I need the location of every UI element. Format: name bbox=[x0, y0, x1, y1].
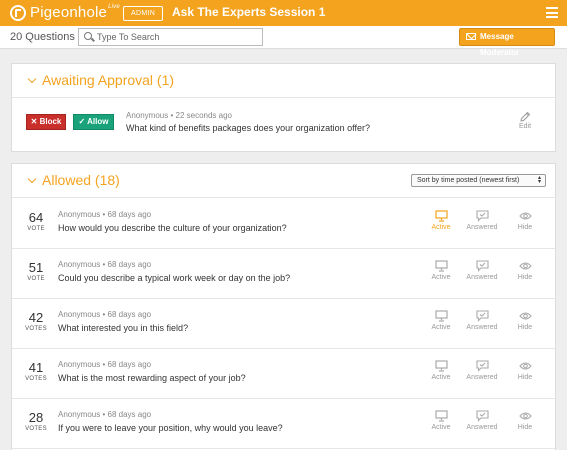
vote-label: VOTES bbox=[25, 426, 47, 432]
question-row: 42 VOTES Anonymous • 68 days ago What inter… bbox=[12, 299, 555, 349]
question-text: How would you describe the culture of yo… bbox=[58, 223, 287, 233]
presentation-screen-icon bbox=[424, 310, 458, 322]
presentation-screen-icon bbox=[424, 360, 458, 372]
vote-label: VOTES bbox=[25, 376, 47, 382]
select-arrows-icon: ▴ ▾ bbox=[537, 175, 541, 185]
question-count: 20 Questions bbox=[10, 31, 75, 43]
allowed-title: Allowed (18) bbox=[42, 172, 120, 188]
answered-button[interactable]: Answered bbox=[465, 260, 499, 281]
question-meta: Anonymous • 68 days ago bbox=[58, 310, 152, 319]
eye-icon bbox=[508, 260, 542, 272]
answered-button[interactable]: Answered bbox=[465, 310, 499, 331]
active-button[interactable]: Active bbox=[424, 260, 458, 281]
hide-button[interactable]: Hide bbox=[508, 210, 542, 231]
top-header: PigeonholeLive ADMIN Ask The Experts Ses… bbox=[0, 0, 567, 26]
eye-icon bbox=[508, 410, 542, 422]
allowed-header[interactable]: Allowed (18) Sort by time posted (newest… bbox=[12, 164, 555, 198]
vote-count: 42 bbox=[28, 310, 44, 325]
active-button[interactable]: Active bbox=[424, 210, 458, 231]
answered-bubble-icon bbox=[465, 210, 499, 222]
presentation-screen-icon bbox=[424, 210, 458, 222]
eye-icon bbox=[508, 210, 542, 222]
block-button[interactable]: ✕ Block bbox=[26, 114, 66, 130]
eye-icon bbox=[508, 360, 542, 372]
vote-label: VOTE bbox=[27, 276, 45, 282]
question-row: 51 VOTE Anonymous • 68 days ago Could you d… bbox=[12, 249, 555, 299]
vote-count: 64 bbox=[28, 210, 44, 225]
answered-bubble-icon bbox=[465, 410, 499, 422]
brand-name[interactable]: PigeonholeLive bbox=[30, 4, 120, 21]
eye-icon bbox=[508, 310, 542, 322]
search-icon bbox=[84, 32, 92, 40]
chevron-down-icon[interactable] bbox=[27, 74, 37, 84]
awaiting-approval-panel: Awaiting Approval (1) ✕ Block ✓ Allow An… bbox=[11, 63, 556, 152]
answered-bubble-icon bbox=[465, 360, 499, 372]
presentation-screen-icon bbox=[424, 410, 458, 422]
session-title: Ask The Experts Session 1 bbox=[172, 5, 326, 19]
question-text: What is the most rewarding aspect of you… bbox=[58, 373, 246, 383]
toolbar: 20 Questions Message Moderator bbox=[0, 26, 567, 57]
answered-bubble-icon bbox=[465, 310, 499, 322]
brand-live-tag: Live bbox=[108, 4, 120, 10]
active-button[interactable]: Active bbox=[424, 360, 458, 381]
active-button[interactable]: Active bbox=[424, 310, 458, 331]
question-row: 41 VOTES Anonymous • 68 days ago What is th… bbox=[12, 349, 555, 399]
question-row: 64 VOTE Anonymous • 68 days ago How would y… bbox=[12, 199, 555, 249]
question-meta: Anonymous • 68 days ago bbox=[58, 410, 152, 419]
message-moderator-button[interactable]: Message Moderator bbox=[459, 28, 555, 57]
answered-bubble-icon bbox=[465, 260, 499, 272]
message-moderator-label: Message Moderator bbox=[480, 32, 520, 57]
vote-label: VOTES bbox=[25, 326, 47, 332]
question-text: If you were to leave your position, why … bbox=[58, 423, 283, 433]
admin-badge[interactable]: ADMIN bbox=[123, 6, 164, 21]
presentation-screen-icon bbox=[424, 260, 458, 272]
active-button[interactable]: Active bbox=[424, 410, 458, 431]
pending-question-meta: Anonymous • 22 seconds ago bbox=[126, 111, 232, 120]
pencil-icon bbox=[520, 111, 531, 122]
search-input[interactable] bbox=[97, 31, 257, 43]
hide-button[interactable]: Hide bbox=[508, 260, 542, 281]
hide-button[interactable]: Hide bbox=[508, 310, 542, 331]
question-meta: Anonymous • 68 days ago bbox=[58, 210, 152, 219]
hide-button[interactable]: Hide bbox=[508, 410, 542, 431]
pigeonhole-logo-icon[interactable] bbox=[10, 5, 26, 21]
chevron-down-icon[interactable] bbox=[27, 174, 37, 184]
answered-button[interactable]: Answered bbox=[465, 410, 499, 431]
question-text: What interested you in this field? bbox=[58, 323, 189, 333]
question-meta: Anonymous • 68 days ago bbox=[58, 260, 152, 269]
hamburger-menu-icon[interactable] bbox=[546, 7, 558, 18]
edit-label: Edit bbox=[518, 123, 532, 130]
edit-button[interactable]: Edit bbox=[512, 111, 538, 130]
sort-dropdown[interactable]: Sort by time posted (newest first) ▴ ▾ bbox=[411, 174, 546, 187]
awaiting-approval-header[interactable]: Awaiting Approval (1) bbox=[12, 64, 555, 98]
answered-button[interactable]: Answered bbox=[465, 360, 499, 381]
allowed-panel: Allowed (18) Sort by time posted (newest… bbox=[11, 163, 556, 450]
question-row: 28 VOTES Anonymous • 68 days ago If you wer… bbox=[12, 399, 555, 449]
question-meta: Anonymous • 68 days ago bbox=[58, 360, 152, 369]
envelope-icon bbox=[466, 33, 476, 40]
awaiting-approval-title: Awaiting Approval (1) bbox=[42, 72, 175, 88]
vote-label: VOTE bbox=[27, 226, 45, 232]
hide-button[interactable]: Hide bbox=[508, 360, 542, 381]
answered-button[interactable]: Answered bbox=[465, 210, 499, 231]
allow-button[interactable]: ✓ Allow bbox=[73, 114, 114, 130]
vote-count: 51 bbox=[28, 260, 44, 275]
pending-question-text: What kind of benefits packages does your… bbox=[126, 123, 370, 133]
search-box[interactable] bbox=[78, 28, 263, 46]
question-text: Could you describe a typical work week o… bbox=[58, 273, 291, 283]
vote-count: 41 bbox=[28, 360, 44, 375]
vote-count: 28 bbox=[28, 410, 44, 425]
